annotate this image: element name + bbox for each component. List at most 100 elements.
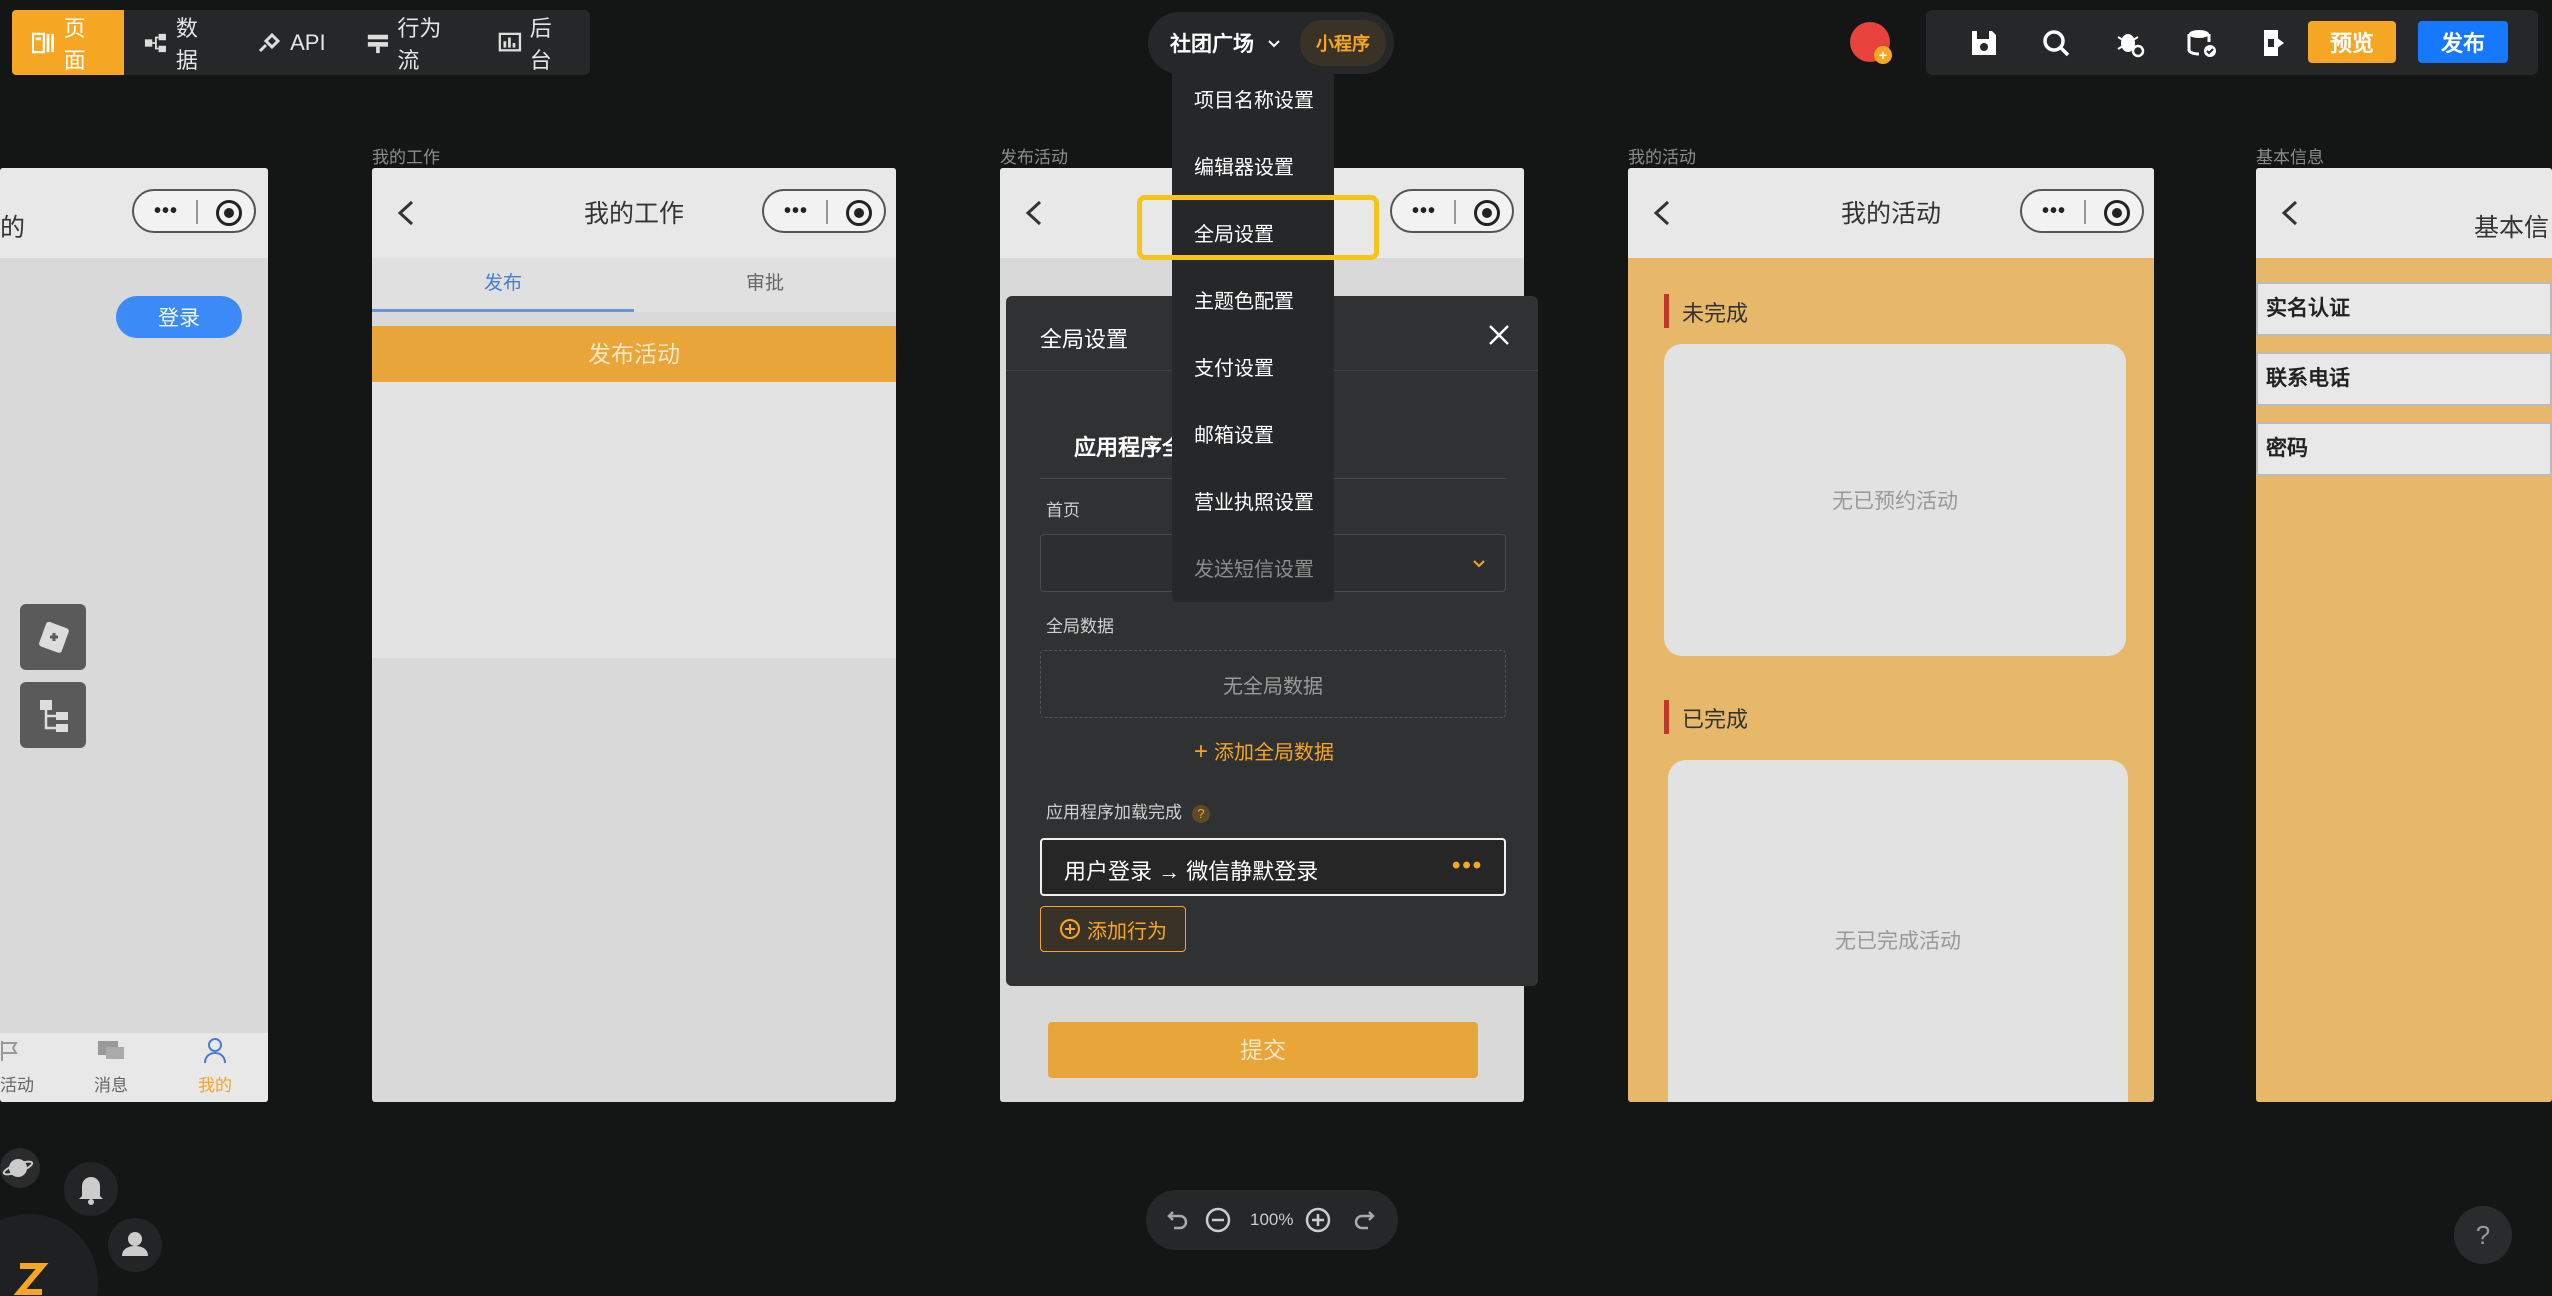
nav-api[interactable]: API <box>236 10 345 75</box>
logo-icon <box>13 1263 49 1295</box>
help-icon[interactable]: ? <box>1192 805 1210 823</box>
notification-button[interactable] <box>64 1162 118 1216</box>
add-global-data-button[interactable]: + 添加全局数据 <box>1194 736 1334 766</box>
list-area <box>372 382 896 658</box>
help-button[interactable]: ? <box>2454 1206 2512 1264</box>
data-icon <box>144 33 166 52</box>
nav-pages-label: 页面 <box>63 15 86 73</box>
tab-strip: 发布 审批 <box>372 258 896 312</box>
plus-circle-icon <box>1060 919 1080 939</box>
capsule-menu[interactable]: ••• <box>2020 189 2144 233</box>
section-marker <box>1664 700 1669 734</box>
global-data-label: 全局数据 <box>1046 617 1114 636</box>
phone-frame-my-work[interactable]: 我的工作 ••• 发布 审批 发布活动 <box>372 168 896 1102</box>
user-icon <box>122 1232 148 1256</box>
api-icon <box>259 32 281 52</box>
top-nav: 页面 数据 API 行为流 后台 <box>12 10 590 75</box>
project-name: 社团广场 <box>1170 33 1254 56</box>
add-component-tool[interactable] <box>20 604 86 670</box>
planet-icon <box>2 1159 34 1177</box>
planet-button[interactable] <box>0 1148 40 1188</box>
tab-message[interactable]: 消息 <box>94 1071 128 1096</box>
redo-icon[interactable] <box>1352 1210 1378 1230</box>
page-icon <box>32 32 54 53</box>
nav-pages[interactable]: 页面 <box>12 10 125 75</box>
tab-approve[interactable]: 审批 <box>634 258 896 312</box>
add-behavior-label: 添加行为 <box>1087 920 1167 943</box>
login-button[interactable]: 登录 <box>116 296 242 338</box>
chevron-down-icon <box>1473 560 1485 568</box>
tab-publish[interactable]: 发布 <box>372 258 634 312</box>
zoom-bar: 100% <box>1146 1190 1398 1250</box>
field-realname[interactable]: 实名认证 <box>2256 282 2552 336</box>
capsule-menu[interactable]: ••• <box>762 189 886 233</box>
publish-activity-button[interactable]: 发布活动 <box>372 326 896 382</box>
back-arrow-icon[interactable] <box>1022 198 1046 228</box>
export-icon[interactable] <box>2258 27 2290 59</box>
section-incomplete: 未完成 <box>1682 301 1749 326</box>
section-complete: 已完成 <box>1682 707 1749 732</box>
user-button[interactable] <box>108 1218 162 1272</box>
capsule-menu[interactable]: ••• <box>1390 189 1514 233</box>
frame-label-publish: 发布活动 <box>1000 148 1068 167</box>
nav-api-label: API <box>290 29 326 55</box>
add-component-icon <box>39 621 69 653</box>
menu-payment[interactable]: 支付设置 <box>1194 352 1274 381</box>
logo-button[interactable] <box>0 1214 98 1296</box>
tree-icon <box>40 700 68 732</box>
tree-tool[interactable] <box>20 682 86 748</box>
add-behavior-button[interactable]: 添加行为 <box>1040 906 1186 952</box>
nav-dashboard[interactable]: 后台 <box>478 10 590 75</box>
nav-data-label: 数据 <box>175 15 198 73</box>
tab-activity[interactable]: 活动 <box>0 1071 34 1096</box>
global-data-empty: 无全局数据 <box>1040 650 1506 718</box>
nav-dashboard-label: 后台 <box>529 15 552 73</box>
frame-label-my-activity: 我的活动 <box>1628 148 1696 167</box>
submit-button[interactable]: 提交 <box>1048 1022 1478 1078</box>
on-load-action[interactable]: 用户登录 → 微信静默登录 ••• <box>1040 838 1506 896</box>
zoom-in-icon[interactable] <box>1304 1206 1332 1234</box>
search-icon[interactable] <box>2040 27 2072 59</box>
activity-icon <box>1 1041 18 1061</box>
menu-theme[interactable]: 主题色配置 <box>1194 285 1294 314</box>
nav-workflow-label: 行为流 <box>397 15 442 73</box>
project-settings-menu: 项目名称设置 编辑器设置 全局设置 主题色配置 支付设置 邮箱设置 营业执照设置… <box>1172 66 1334 602</box>
bell-icon <box>79 1177 103 1205</box>
on-load-action-text: 用户登录 → 微信静默登录 <box>1064 859 1319 884</box>
tab-mine[interactable]: 我的 <box>198 1071 232 1096</box>
menu-license[interactable]: 营业执照设置 <box>1194 486 1314 515</box>
empty-incomplete: 无已预约活动 <box>1664 344 2126 656</box>
project-selector[interactable]: 社团广场 小程序 <box>1148 12 1394 74</box>
save-icon[interactable] <box>1968 27 2000 59</box>
phone-frame-my-activity[interactable]: 我的活动 ••• 未完成 无已预约活动 已完成 无已完成活动 <box>1628 168 2154 1102</box>
preview-button[interactable]: 预览 <box>2308 21 2396 63</box>
frame-label-my-work: 我的工作 <box>372 148 440 167</box>
back-arrow-icon[interactable] <box>2278 198 2302 228</box>
menu-editor[interactable]: 编辑器设置 <box>1194 151 1294 180</box>
project-type-tag: 小程序 <box>1300 20 1386 66</box>
undo-icon[interactable] <box>1164 1210 1190 1230</box>
on-load-label: 应用程序加载完成 <box>1046 803 1182 822</box>
on-load-label-row: 应用程序加载完成? <box>1046 798 1210 823</box>
invite-icon[interactable]: + <box>1874 46 1892 64</box>
menu-project-name[interactable]: 项目名称设置 <box>1194 84 1314 113</box>
frame-label-basic: 基本信息 <box>2256 148 2324 167</box>
more-icon[interactable]: ••• <box>1452 852 1483 880</box>
nav-data[interactable]: 数据 <box>124 10 236 75</box>
database-check-icon[interactable] <box>2186 27 2218 59</box>
close-icon[interactable] <box>1486 322 1512 348</box>
phone-frame-basic[interactable]: 基本信 实名认证 联系电话 密码 <box>2256 168 2552 1102</box>
menu-sms[interactable]: 发送短信设置 <box>1194 553 1314 582</box>
field-password[interactable]: 密码 <box>2256 422 2552 476</box>
zoom-level: 100% <box>1250 1210 1294 1229</box>
nav-workflow[interactable]: 行为流 <box>346 10 478 75</box>
publish-button[interactable]: 发布 <box>2418 21 2508 63</box>
empty-complete: 无已完成活动 <box>1668 760 2128 1102</box>
debug-icon[interactable] <box>2114 27 2146 59</box>
menu-email[interactable]: 邮箱设置 <box>1194 419 1274 448</box>
user-icon <box>204 1038 226 1064</box>
section-marker <box>1664 294 1669 328</box>
capsule-menu[interactable]: ••• <box>132 189 256 233</box>
zoom-out-icon[interactable] <box>1204 1206 1232 1234</box>
field-phone[interactable]: 联系电话 <box>2256 352 2552 406</box>
